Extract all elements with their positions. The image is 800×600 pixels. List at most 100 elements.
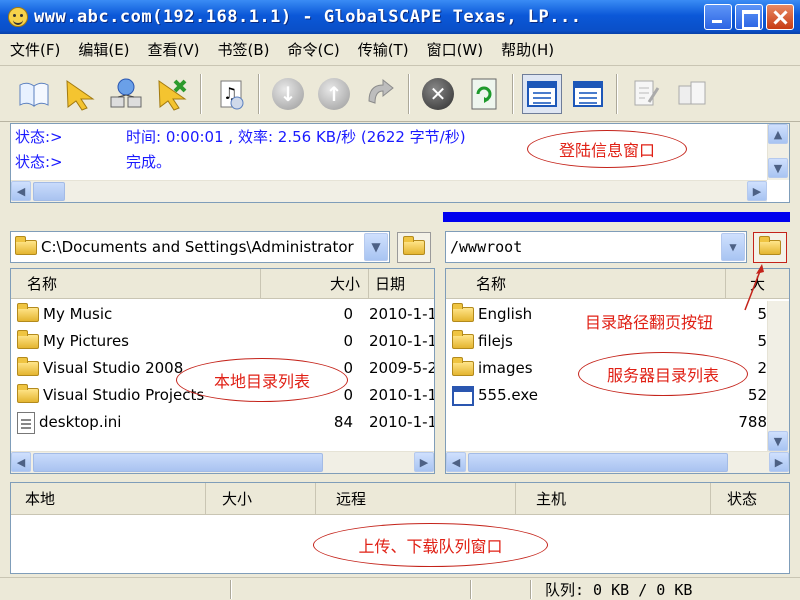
file-name — [452, 409, 652, 436]
file-size: 84 — [333, 413, 353, 431]
column-date[interactable]: 日期 — [369, 269, 434, 299]
queue-column-status[interactable]: 状态 — [711, 483, 791, 515]
remote-path-combo[interactable]: /wwwroot ▼ — [445, 231, 747, 263]
local-folder-up-button[interactable] — [397, 232, 431, 263]
local-horizontal-scrollbar[interactable]: ◀ ▶ — [11, 451, 434, 473]
scroll-thumb[interactable] — [33, 182, 65, 201]
folder-icon — [17, 357, 39, 376]
scroll-right-icon[interactable]: ▶ — [769, 452, 789, 472]
chevron-down-icon[interactable]: ▼ — [721, 233, 745, 261]
refresh-transfer-icon[interactable] — [360, 74, 400, 114]
log-label: 状态:> — [15, 153, 63, 171]
menu-transfer[interactable]: 传输(T) — [358, 39, 409, 60]
menu-commands[interactable]: 命令(C) — [288, 39, 340, 60]
view-icon[interactable] — [672, 74, 712, 114]
menu-bookmarks[interactable]: 书签(B) — [218, 39, 270, 60]
file-date: 2009-5-2 — [369, 359, 435, 377]
file-date: 2010-1-1 — [369, 332, 435, 350]
open-book-icon[interactable] — [14, 74, 54, 114]
annotation-path-button: 目录路径翻页按钮 — [585, 313, 714, 332]
scroll-thumb[interactable] — [33, 453, 323, 472]
local-list-header: 名称 大小 日期 — [11, 269, 434, 299]
exe-icon — [452, 385, 474, 406]
window-title: www.abc.com(192.168.1.1) - GlobalSCAPE T… — [34, 7, 582, 27]
status-divider — [230, 580, 232, 599]
file-size: 0 — [343, 305, 353, 323]
title-bar[interactable]: www.abc.com(192.168.1.1) - GlobalSCAPE T… — [0, 0, 800, 34]
scroll-down-icon[interactable]: ▼ — [768, 431, 788, 451]
chevron-down-icon[interactable]: ▼ — [364, 233, 388, 261]
file-name: Visual Studio 2008 — [43, 359, 184, 377]
column-name[interactable]: 名称 — [11, 269, 261, 299]
remote-folder-up-button[interactable] — [753, 232, 787, 263]
table-row[interactable]: desktop.ini 84 2010-1-1 — [11, 409, 434, 436]
log-horizontal-scrollbar[interactable]: ◀ ▶ — [11, 180, 767, 202]
scroll-up-icon[interactable]: ▲ — [768, 124, 788, 144]
log-text: 时间: 0:00:01 , 效率: 2.56 KB/秒 (2622 字节/秒) — [126, 128, 466, 146]
log-label: 状态:> — [15, 128, 63, 146]
app-smiley-icon[interactable] — [8, 7, 28, 27]
toolbar-separator — [408, 73, 410, 114]
file-name: filejs — [478, 332, 513, 350]
folder-icon — [452, 303, 474, 322]
file-size: 5 — [757, 332, 767, 350]
file-size: 0 — [343, 332, 353, 350]
local-path-text: C:\Documents and Settings\Administrator — [41, 238, 354, 256]
music-file-icon[interactable]: ♫ — [210, 74, 250, 114]
menu-window[interactable]: 窗口(W) — [427, 39, 484, 60]
refresh-icon[interactable] — [464, 74, 504, 114]
folder-icon — [403, 236, 425, 255]
local-path-combo[interactable]: C:\Documents and Settings\Administrator … — [10, 231, 390, 263]
scroll-right-icon[interactable]: ▶ — [747, 181, 767, 201]
scroll-down-icon[interactable]: ▼ — [768, 158, 788, 178]
file-size: 788 — [738, 413, 767, 431]
column-name[interactable]: 名称 — [446, 269, 726, 299]
remote-pane: /wwwroot ▼ 名称 大 English 5 filejs 5 image… — [443, 212, 790, 474]
log-vertical-scrollbar[interactable]: ▲ ▼ — [767, 124, 789, 180]
remote-horizontal-scrollbar[interactable]: ◀ ▶ — [446, 451, 789, 473]
stop-icon[interactable]: ✕ — [418, 74, 458, 114]
upload-icon[interactable]: ↑ — [314, 74, 354, 114]
network-icon[interactable] — [106, 74, 146, 114]
queue-column-local[interactable]: 本地 — [11, 483, 206, 515]
local-view-icon[interactable] — [522, 73, 562, 114]
menu-bar: 文件(F) 编辑(E) 查看(V) 书签(B) 命令(C) 传输(T) 窗口(W… — [0, 34, 800, 66]
log-text: 完成。 — [126, 153, 172, 171]
remote-vertical-scrollbar[interactable]: ▼ — [767, 301, 789, 451]
download-icon[interactable]: ↓ — [268, 74, 308, 114]
edit-icon[interactable] — [626, 74, 666, 114]
scroll-left-icon[interactable]: ◀ — [11, 452, 31, 472]
column-size[interactable]: 大小 — [261, 269, 369, 299]
folder-icon — [452, 330, 474, 349]
remote-view-icon[interactable] — [568, 74, 608, 114]
menu-file[interactable]: 文件(F) — [10, 39, 60, 60]
table-row[interactable]: 788 — [446, 409, 789, 436]
table-row[interactable]: My Pictures 0 2010-1-1 — [11, 328, 434, 355]
file-date: 2010-1-1 — [369, 386, 435, 404]
scroll-right-icon[interactable]: ▶ — [414, 452, 434, 472]
maximize-button[interactable] — [735, 4, 763, 30]
file-name: images — [478, 359, 533, 377]
toolbar-separator — [512, 73, 514, 114]
disconnect-arrow-icon[interactable] — [152, 74, 192, 114]
remote-path-text: /wwwroot — [450, 238, 523, 256]
table-row[interactable]: My Music 0 2010-1-1 — [11, 301, 434, 328]
file-name: My Music — [43, 305, 113, 323]
scroll-thumb[interactable] — [468, 453, 728, 472]
scroll-left-icon[interactable]: ◀ — [11, 181, 31, 201]
menu-view[interactable]: 查看(V) — [148, 39, 200, 60]
local-pane: C:\Documents and Settings\Administrator … — [10, 212, 435, 474]
annotation-local-list: 本地目录列表 — [176, 358, 348, 402]
queue-column-host[interactable]: 主机 — [516, 483, 711, 515]
queue-column-remote[interactable]: 远程 — [316, 483, 516, 515]
queue-column-size[interactable]: 大小 — [206, 483, 316, 515]
toolbar-separator — [616, 73, 618, 114]
folder-icon — [17, 384, 39, 403]
close-button[interactable] — [766, 4, 794, 30]
minimize-button[interactable] — [704, 4, 732, 30]
menu-help[interactable]: 帮助(H) — [501, 39, 554, 60]
menu-edit[interactable]: 编辑(E) — [78, 39, 129, 60]
scroll-left-icon[interactable]: ◀ — [446, 452, 466, 472]
connect-arrow-icon[interactable] — [60, 74, 100, 114]
file-name: desktop.ini — [39, 413, 122, 431]
